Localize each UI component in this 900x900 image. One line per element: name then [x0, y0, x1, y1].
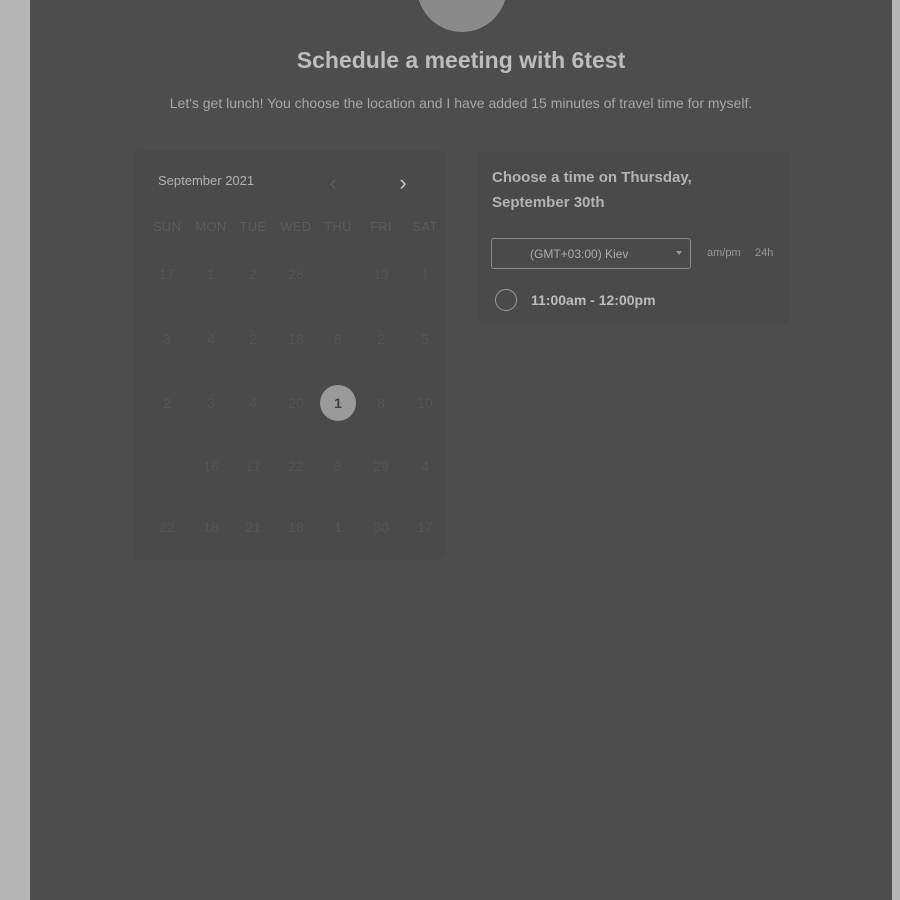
calendar-day[interactable]: 30	[363, 509, 399, 545]
weekday-label: MON	[195, 219, 227, 234]
calendar-day[interactable]: 22	[149, 509, 185, 545]
calendar-day-selected[interactable]: 1	[320, 385, 356, 421]
format-24h-toggle[interactable]: 24h	[755, 247, 773, 259]
calendar-day[interactable]: 2	[235, 321, 271, 357]
calendar-day[interactable]: 21	[235, 509, 271, 545]
time-slot-radio[interactable]	[495, 289, 517, 311]
weekday-label: SAT	[412, 219, 438, 234]
calendar-day[interactable]: 2	[149, 385, 185, 421]
calendar-day[interactable]: 28	[278, 256, 314, 292]
calendar-day[interactable]: 1	[193, 256, 229, 292]
calendar-day[interactable]: 5	[407, 321, 443, 357]
calendar-day[interactable]: 2	[235, 256, 271, 292]
calendar-day[interactable]: 17	[149, 256, 185, 292]
format-ampm-toggle[interactable]: am/pm	[707, 247, 741, 259]
calendar-day[interactable]: 17	[407, 509, 443, 545]
chevron-left-icon[interactable]: ‹	[320, 170, 346, 196]
calendar-day[interactable]: 8	[320, 321, 356, 357]
calendar-day[interactable]: 10	[407, 385, 443, 421]
weekday-label: FRI	[370, 219, 392, 234]
chevron-right-icon[interactable]: ›	[390, 170, 416, 196]
timezone-select[interactable]: (GMT+03:00) Kiev	[491, 238, 691, 269]
calendar-day[interactable]: 20	[278, 385, 314, 421]
caret-down-icon	[676, 251, 682, 255]
calendar-day[interactable]: 22	[278, 448, 314, 484]
calendar-day[interactable]: 3	[193, 385, 229, 421]
calendar-day[interactable]: 2	[363, 321, 399, 357]
calendar-day[interactable]: 17	[235, 448, 271, 484]
time-slots-heading: Choose a time on Thursday, September 30t…	[492, 169, 692, 211]
calendar-day[interactable]: 3	[149, 321, 185, 357]
weekday-label: SUN	[152, 219, 182, 234]
weekday-label: TUE	[239, 219, 267, 234]
calendar-day[interactable]: 16	[193, 448, 229, 484]
weekday-label: WED	[280, 219, 312, 234]
calendar-day[interactable]: 18	[278, 509, 314, 545]
calendar-day[interactable]: 18	[278, 321, 314, 357]
time-slot-label[interactable]: 11:00am - 12:00pm	[531, 292, 656, 308]
calendar-day[interactable]: 1	[407, 256, 443, 292]
calendar-day[interactable]: 8	[363, 385, 399, 421]
timezone-value: (GMT+03:00) Kiev	[530, 247, 629, 261]
meeting-description: Let's get lunch! You choose the location…	[169, 95, 753, 111]
page-title: Schedule a meeting with 6test	[296, 47, 626, 73]
calendar-day[interactable]: 29	[363, 448, 399, 484]
calendar-month-label: September 2021	[158, 173, 255, 188]
calendar-day[interactable]: 19	[363, 256, 399, 292]
calendar-day[interactable]: 1	[320, 509, 356, 545]
calendar-day[interactable]: 4	[193, 321, 229, 357]
weekday-label: THU	[324, 219, 352, 234]
calendar-day[interactable]: 18	[193, 509, 229, 545]
calendar-day[interactable]: 3	[320, 448, 356, 484]
calendar-day[interactable]: 4	[407, 448, 443, 484]
calendar-day[interactable]: 4	[235, 385, 271, 421]
